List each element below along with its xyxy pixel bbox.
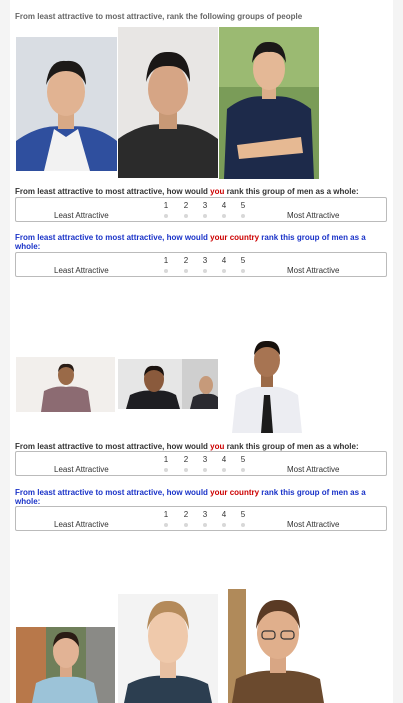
rating-scale-2: Least Attractive 1 2 3 4 5 Most Attracti… [15, 252, 387, 277]
rating-scale-4: Least Attractive 1 2 3 4 5 Most Attracti… [15, 506, 387, 531]
option-number: 4 [221, 201, 227, 210]
group2-photo-1 [16, 357, 115, 412]
question-you-rating-2: From least attractive to most attractive… [15, 442, 387, 451]
rating-option-3[interactable]: 3 [199, 256, 211, 273]
radio-dot[interactable] [164, 269, 168, 273]
question-emphasis: you [210, 442, 225, 451]
radio-dot[interactable] [222, 468, 226, 472]
radio-dot[interactable] [184, 523, 188, 527]
option-number: 2 [183, 455, 189, 464]
option-number: 3 [202, 455, 208, 464]
radio-dot[interactable] [203, 269, 207, 273]
scale-least-label: Least Attractive [54, 211, 109, 220]
rating-option-3[interactable]: 3 [199, 510, 211, 527]
question-country-rating-2: From least attractive to most attractive… [15, 488, 387, 506]
question-text-post: rank this group of men as a whole: [224, 187, 359, 196]
rating-scale-3: Least Attractive 1 2 3 4 5 Most Attracti… [15, 451, 387, 476]
question-text-pre: From least attractive to most attractive… [15, 442, 211, 451]
radio-dot[interactable] [241, 214, 245, 218]
option-number: 1 [163, 510, 169, 519]
option-number: 1 [163, 201, 169, 210]
group1-photo-1 [16, 37, 117, 171]
option-number: 5 [240, 256, 246, 265]
question-emphasis: you [210, 187, 225, 196]
radio-dot[interactable] [222, 523, 226, 527]
option-number: 2 [183, 510, 189, 519]
radio-dot[interactable] [184, 468, 188, 472]
radio-dot[interactable] [241, 269, 245, 273]
rating-option-3[interactable]: 3 [199, 201, 211, 218]
question-emphasis: your country [210, 488, 260, 497]
option-number: 4 [221, 256, 227, 265]
option-number: 3 [202, 510, 208, 519]
rating-option-5[interactable]: 5 [237, 455, 249, 472]
rating-option-2[interactable]: 2 [180, 201, 192, 218]
rating-option-1[interactable]: 1 [160, 455, 172, 472]
question-text-pre: From least attractive to most attractive… [15, 187, 211, 196]
rating-option-3[interactable]: 3 [199, 455, 211, 472]
rating-option-2[interactable]: 2 [180, 256, 192, 273]
option-number: 1 [163, 455, 169, 464]
rating-option-1[interactable]: 1 [160, 510, 172, 527]
option-number: 2 [183, 201, 189, 210]
group1-photo-3 [219, 27, 319, 179]
scale-least-label: Least Attractive [54, 520, 109, 529]
group1-photo-2 [118, 27, 218, 178]
radio-dot[interactable] [222, 214, 226, 218]
scale-most-label: Most Attractive [287, 465, 340, 474]
group2-photo-3 [226, 335, 308, 433]
rating-option-4[interactable]: 4 [218, 455, 230, 472]
option-number: 5 [240, 510, 246, 519]
option-number: 1 [163, 256, 169, 265]
instructions-text: From least attractive to most attractive… [15, 12, 303, 21]
radio-dot[interactable] [203, 468, 207, 472]
rating-scale-1: Least Attractive 1 2 3 4 5 Most Attracti… [15, 197, 387, 222]
question-you-rating-1: From least attractive to most attractive… [15, 187, 387, 196]
group2-photo-2 [118, 359, 218, 409]
radio-dot[interactable] [241, 468, 245, 472]
rating-option-5[interactable]: 5 [237, 201, 249, 218]
question-text-pre: From least attractive to most attractive… [15, 488, 211, 497]
rating-option-4[interactable]: 4 [218, 510, 230, 527]
radio-dot[interactable] [241, 523, 245, 527]
radio-dot[interactable] [203, 523, 207, 527]
radio-dot[interactable] [164, 468, 168, 472]
scale-most-label: Most Attractive [287, 520, 340, 529]
option-number: 2 [183, 256, 189, 265]
scale-most-label: Most Attractive [287, 266, 340, 275]
option-number: 5 [240, 201, 246, 210]
group3-photo-1 [16, 627, 115, 703]
option-number: 4 [221, 510, 227, 519]
question-text-pre: From least attractive to most attractive… [15, 233, 211, 242]
question-emphasis: your country [210, 233, 260, 242]
option-number: 5 [240, 455, 246, 464]
option-number: 3 [202, 201, 208, 210]
group3-photo-2 [118, 594, 218, 703]
rating-option-4[interactable]: 4 [218, 256, 230, 273]
radio-dot[interactable] [184, 214, 188, 218]
rating-option-4[interactable]: 4 [218, 201, 230, 218]
rating-option-5[interactable]: 5 [237, 256, 249, 273]
option-number: 4 [221, 455, 227, 464]
scale-least-label: Least Attractive [54, 465, 109, 474]
rating-option-2[interactable]: 2 [180, 455, 192, 472]
radio-dot[interactable] [164, 523, 168, 527]
survey-page: From least attractive to most attractive… [10, 0, 393, 703]
option-number: 3 [202, 256, 208, 265]
rating-option-2[interactable]: 2 [180, 510, 192, 527]
radio-dot[interactable] [203, 214, 207, 218]
radio-dot[interactable] [184, 269, 188, 273]
radio-dot[interactable] [164, 214, 168, 218]
radio-dot[interactable] [222, 269, 226, 273]
rating-option-1[interactable]: 1 [160, 256, 172, 273]
question-text-post: rank this group of men as a whole: [224, 442, 359, 451]
rating-option-5[interactable]: 5 [237, 510, 249, 527]
scale-least-label: Least Attractive [54, 266, 109, 275]
question-country-rating-1: From least attractive to most attractive… [15, 233, 387, 251]
group3-photo-3 [228, 589, 326, 703]
scale-most-label: Most Attractive [287, 211, 340, 220]
rating-option-1[interactable]: 1 [160, 201, 172, 218]
